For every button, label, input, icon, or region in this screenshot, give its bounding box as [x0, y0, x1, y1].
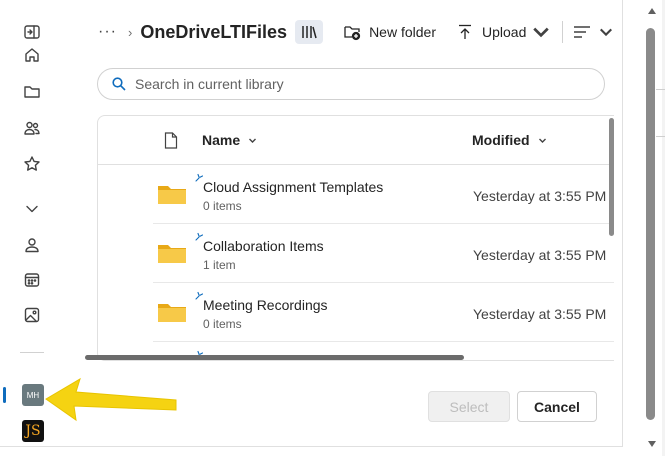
- new-folder-icon: [344, 26, 361, 41]
- page-edge-line: [656, 89, 665, 90]
- upload-button[interactable]: Upload: [456, 23, 550, 41]
- search-icon: [112, 77, 126, 91]
- cancel-button[interactable]: Cancel: [517, 391, 597, 422]
- item-name: Cloud Assignment Templates: [203, 179, 384, 195]
- view-options-button[interactable]: [573, 25, 615, 39]
- name-column-header[interactable]: Name: [202, 132, 257, 148]
- item-modified: Yesterday at 3:55 PM: [473, 306, 607, 322]
- upload-chevron-down-icon: [533, 27, 550, 38]
- toolbar-divider: [562, 21, 564, 43]
- photos-image-icon[interactable]: [22, 305, 42, 325]
- my-files-folder-icon[interactable]: [22, 81, 42, 101]
- view-list-icon: [574, 26, 591, 38]
- yellow-arrow-annotation: [45, 377, 177, 422]
- upload-label: Upload: [481, 24, 527, 40]
- modified-sort-chevron-icon: [538, 138, 546, 143]
- upload-icon: [458, 24, 471, 39]
- page-edge-line: [656, 136, 665, 137]
- item-name: Collaboration Items: [203, 238, 324, 254]
- item-count: 0 items: [203, 199, 242, 213]
- view-chevron-down-icon: [600, 28, 613, 37]
- list-horizontal-scrollbar[interactable]: [85, 355, 464, 360]
- list-item[interactable]: Cloud Assignment Templates 0 items Yeste…: [153, 165, 614, 224]
- library-switcher-button[interactable]: [295, 20, 324, 44]
- breadcrumb-separator: ›: [128, 24, 133, 40]
- expand-chevron-down-icon[interactable]: [22, 199, 42, 219]
- folder-icon: [158, 304, 186, 322]
- search-input[interactable]: [135, 76, 555, 92]
- modified-column-header[interactable]: Modified: [472, 132, 547, 148]
- list-item[interactable]: Meeting Recordings 0 items Yesterday at …: [153, 283, 614, 342]
- shared-people-icon[interactable]: [22, 118, 42, 138]
- item-modified: Yesterday at 3:55 PM: [473, 247, 607, 263]
- new-folder-button[interactable]: New folder: [343, 23, 436, 41]
- active-account-indicator: [3, 387, 6, 403]
- library-books-icon: [302, 26, 317, 39]
- dialog-bottom-border: [0, 446, 623, 447]
- item-count: 0 items: [203, 317, 242, 331]
- item-count: 1 item: [203, 258, 236, 272]
- favorites-star-icon[interactable]: [22, 154, 42, 174]
- home-icon[interactable]: [22, 45, 42, 65]
- select-button[interactable]: Select: [428, 391, 510, 422]
- rail-divider: [20, 352, 44, 353]
- file-type-icon: [164, 132, 178, 149]
- calendar-icon[interactable]: [22, 270, 42, 290]
- more-options-button[interactable]: ···: [98, 23, 122, 41]
- new-folder-label: New folder: [369, 24, 436, 40]
- list-header: Name Modified: [98, 116, 614, 165]
- library-title[interactable]: OneDriveLTIFiles: [140, 22, 287, 43]
- folder-icon: [158, 186, 186, 204]
- list-item[interactable]: Collaboration Items 1 item Yesterday at …: [153, 224, 614, 283]
- file-list: Name Modified Cloud Assignment Templates…: [97, 115, 614, 361]
- item-name: Meeting Recordings: [203, 297, 328, 313]
- search-box[interactable]: [97, 68, 605, 100]
- page-scrollbar-thumb[interactable]: [646, 28, 655, 420]
- scroll-up-arrow-icon[interactable]: [648, 8, 656, 14]
- scroll-down-arrow-icon[interactable]: [648, 441, 656, 447]
- name-column-label: Name: [202, 132, 241, 148]
- folder-icon: [158, 245, 186, 263]
- list-vertical-scrollbar[interactable]: [609, 118, 614, 236]
- dialog-right-border: [622, 0, 623, 446]
- modified-column-label: Modified: [472, 132, 530, 148]
- person-icon[interactable]: [22, 235, 42, 255]
- item-modified: Yesterday at 3:55 PM: [473, 188, 607, 204]
- toolbar: ··· › OneDriveLTIFiles New folder Upload: [98, 14, 625, 50]
- name-sort-chevron-icon: [249, 138, 257, 143]
- collapse-pane-icon[interactable]: [22, 22, 42, 42]
